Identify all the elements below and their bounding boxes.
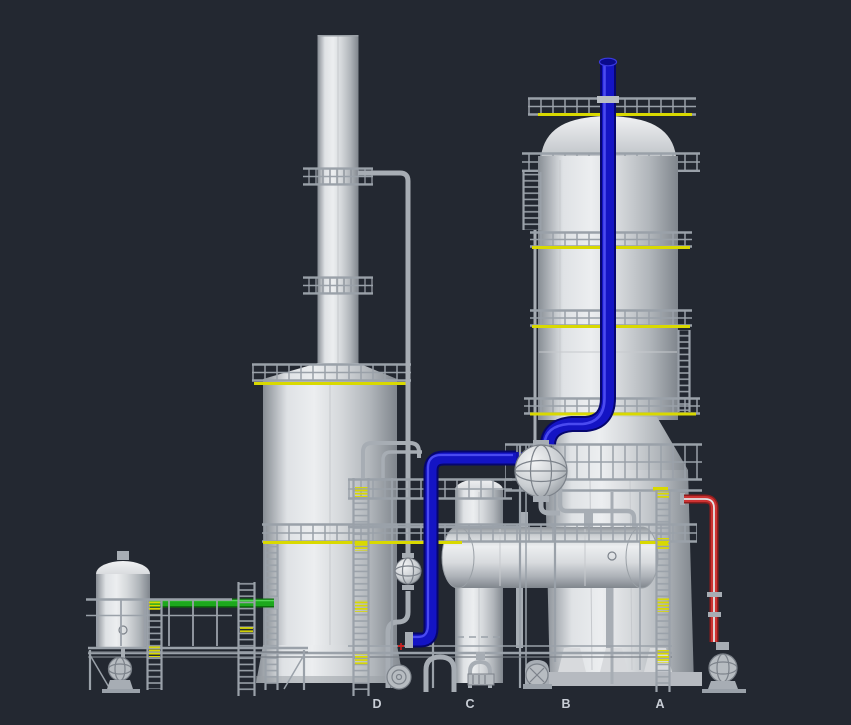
skirt-base-ring <box>536 672 702 686</box>
blue-pipe-cap <box>598 57 618 67</box>
tank-top-nozzle <box>117 551 129 560</box>
mid-walkway <box>262 523 697 544</box>
tower-access-ladder-upper-left <box>522 172 542 230</box>
grid-label-a: A <box>655 697 664 711</box>
pump-motor <box>467 673 495 686</box>
red-pipe-valve <box>708 612 721 617</box>
grid-label-c: C <box>465 697 474 711</box>
platform-ladder <box>237 582 256 696</box>
grid-label-d: D <box>372 697 381 711</box>
stack-platform-lower <box>303 276 373 295</box>
red-pipe-fitting <box>707 592 722 597</box>
scrubber-side-ladder <box>264 542 279 690</box>
blue-pipe-flange <box>597 96 619 103</box>
cad-3d-viewport[interactable]: D C B A <box>0 0 851 725</box>
grid-label-b: B <box>561 697 570 711</box>
rack-ladder-left <box>352 478 370 696</box>
plant-model-scene: D C B A <box>0 0 851 725</box>
skirt-ladder-right <box>655 490 671 692</box>
tank-ladder-yellow <box>146 600 163 690</box>
pump-volute <box>386 664 412 690</box>
